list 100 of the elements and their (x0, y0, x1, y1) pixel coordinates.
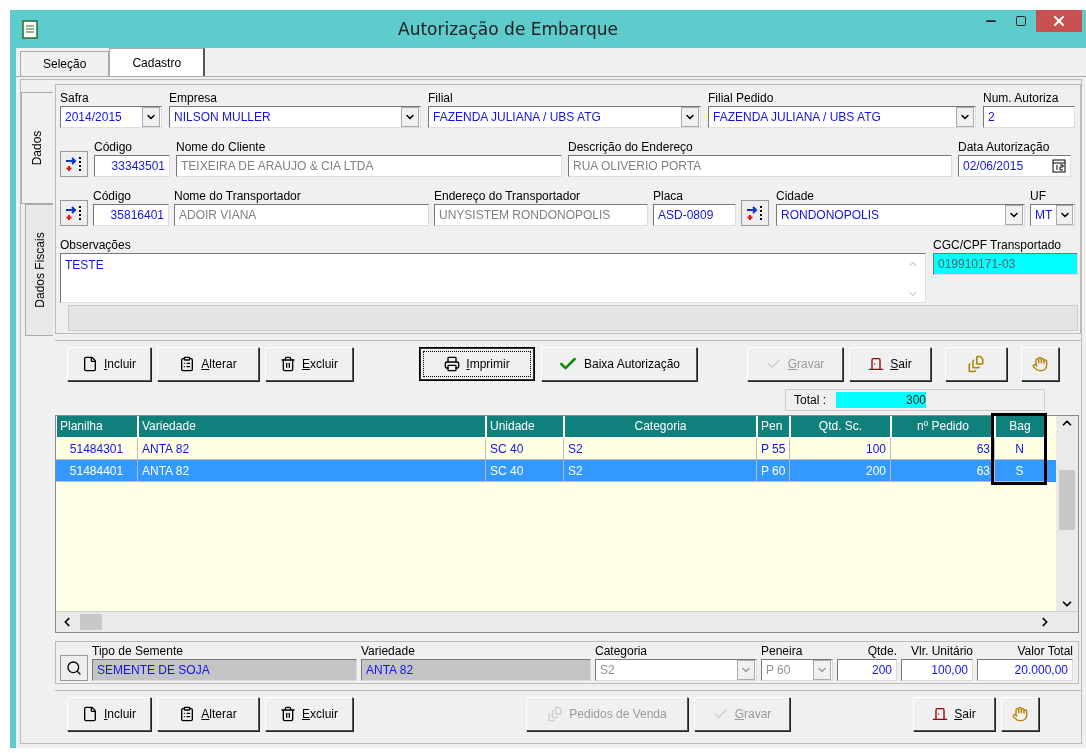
field-label: Data Autorização (958, 140, 1051, 155)
scrollbar-thumb[interactable] (1059, 470, 1075, 530)
dropdown-field[interactable]: FAZENDA JULIANA / UBS ATG (428, 106, 701, 128)
toolbar-button[interactable]: Incluir (67, 347, 151, 381)
input-field[interactable]: 20.000,00 (977, 659, 1073, 681)
vertical-scrollbar[interactable] (1056, 416, 1078, 611)
input-field[interactable]: 2 (983, 106, 1075, 128)
horizontal-scrollbar[interactable] (56, 611, 1078, 632)
field-label: Safra (60, 91, 90, 106)
input-field[interactable]: 200 (837, 659, 897, 681)
lookup-button[interactable] (741, 200, 769, 226)
field-label: Variedade (361, 644, 416, 659)
toolbar-button[interactable]: Alterar (157, 347, 259, 381)
total-label: Total : (794, 393, 826, 407)
field-label: Nome do Transportador (174, 189, 302, 204)
lookup-arrows-icon (65, 156, 83, 172)
search-button[interactable] (60, 655, 88, 681)
table-cell: 200 (790, 460, 891, 482)
field-label: Empresa (169, 91, 219, 106)
column-header[interactable]: Planilha (56, 416, 138, 438)
field-label: Categoria (595, 644, 649, 659)
date-field[interactable]: 02/06/2015 (958, 155, 1071, 177)
lookup-button[interactable] (60, 200, 88, 226)
column-header[interactable]: Variedade (138, 416, 486, 438)
input-field[interactable]: ANTA 82 (361, 659, 591, 681)
toolbar-button[interactable]: Imprimir (419, 347, 535, 381)
table-cell: S (995, 460, 1045, 482)
clipboard-icon (179, 356, 196, 372)
side-tab[interactable]: Dados (21, 92, 53, 204)
dropdown-field[interactable]: FAZENDA JULIANA / UBS ATG (708, 106, 976, 128)
field-label: Filial (428, 91, 454, 106)
tab[interactable]: Cadastro (109, 48, 206, 76)
column-header[interactable]: Qtd. Sc. (790, 416, 891, 438)
trash-icon (280, 706, 296, 722)
clipboard-icon (179, 706, 196, 722)
side-tab[interactable]: Dados Fiscais (25, 204, 53, 336)
scrollbar-thumb[interactable] (80, 614, 102, 630)
column-header[interactable]: Categoria (564, 416, 757, 438)
input-field[interactable]: 019910171-03 (933, 253, 1078, 275)
input-field[interactable]: UNYSISTEM RONDONOPOLIS (434, 204, 648, 226)
door-icon (868, 356, 885, 372)
window-title: Autorização de Embarque (397, 19, 619, 39)
field-label: Código (93, 189, 133, 204)
toolbar-button[interactable]: Sair (913, 697, 995, 731)
column-header[interactable]: Bag (995, 416, 1045, 438)
input-field[interactable]: TEIXEIRA DE ARAUJO & CIA LTDA (176, 155, 562, 177)
table-cell: S2 (564, 460, 757, 482)
field-label: Observações (60, 238, 132, 253)
table-cell: ANTA 82 (138, 460, 486, 482)
toolbar-button[interactable]: Alterar (157, 697, 259, 731)
dropdown-field[interactable]: 2014/2015 (60, 106, 162, 128)
input-field[interactable]: ASD-0809 (653, 204, 736, 226)
dropdown-field[interactable]: RONDONOPOLIS (776, 204, 1025, 226)
total-value: 300 (836, 392, 926, 408)
tab[interactable]: Seleção (20, 51, 110, 76)
field-label: Vlr. Unitário (909, 644, 973, 659)
app-icon (20, 19, 40, 39)
document-stack-icon (967, 355, 985, 373)
field-label: Endereço do Transportador (434, 189, 582, 204)
dropdown-field[interactable]: MT (1030, 204, 1075, 226)
field-label: Descrição do Endereço (568, 140, 694, 155)
input-field[interactable]: 100,00 (901, 659, 973, 681)
toolbar-button[interactable]: Excluir (265, 697, 353, 731)
column-header[interactable]: Unidade (486, 416, 564, 438)
toolbar-button[interactable]: Incluir (67, 697, 151, 731)
icon-button[interactable] (1021, 347, 1059, 381)
close-icon (1051, 13, 1067, 29)
document-stack-icon (547, 706, 564, 722)
icon-button[interactable] (1001, 697, 1039, 731)
close-button[interactable] (1036, 10, 1082, 32)
toolbar-button[interactable]: Excluir (265, 347, 353, 381)
search-icon (66, 660, 82, 676)
table-cell: SC 40 (486, 460, 564, 482)
field-label: Cidade (776, 189, 816, 204)
lookup-button[interactable] (60, 151, 88, 177)
input-field[interactable]: 35816401 (93, 204, 169, 226)
column-header[interactable]: Pen (757, 416, 790, 438)
input-field[interactable]: SEMENTE DE SOJA (92, 659, 357, 681)
input-field[interactable]: 33343501 (94, 155, 170, 177)
maximize-icon (1015, 15, 1027, 27)
toolbar-button[interactable]: Sair (849, 347, 931, 381)
field-label: Código (94, 140, 134, 155)
lookup-arrows-icon (746, 205, 764, 221)
file-icon (82, 356, 98, 372)
grid-row[interactable]: 51484301 ANTA 82 SC 40 S2 P 55 100 63 N (56, 438, 1056, 460)
door-icon (932, 706, 949, 722)
table-cell: 51484401 (56, 460, 138, 482)
column-header[interactable]: nº Pedido (891, 416, 995, 438)
field-label: Placa (653, 189, 685, 204)
dropdown-field[interactable]: NILSON MULLER (169, 106, 421, 128)
printer-icon (444, 356, 461, 372)
field-label: CGC/CPF Transportado (933, 238, 1063, 253)
icon-button[interactable] (945, 347, 1007, 381)
field-label: Qtde. (866, 644, 897, 659)
calendar-icon[interactable] (1052, 159, 1066, 173)
input-field[interactable]: RUA OLIVERIO PORTA (568, 155, 952, 177)
input-field[interactable]: ADOIR VIANA (174, 204, 429, 226)
field-label: Tipo de Semente (92, 644, 184, 659)
hand-icon (1032, 356, 1048, 372)
toolbar-button[interactable]: Baixa Autorização (541, 347, 697, 381)
